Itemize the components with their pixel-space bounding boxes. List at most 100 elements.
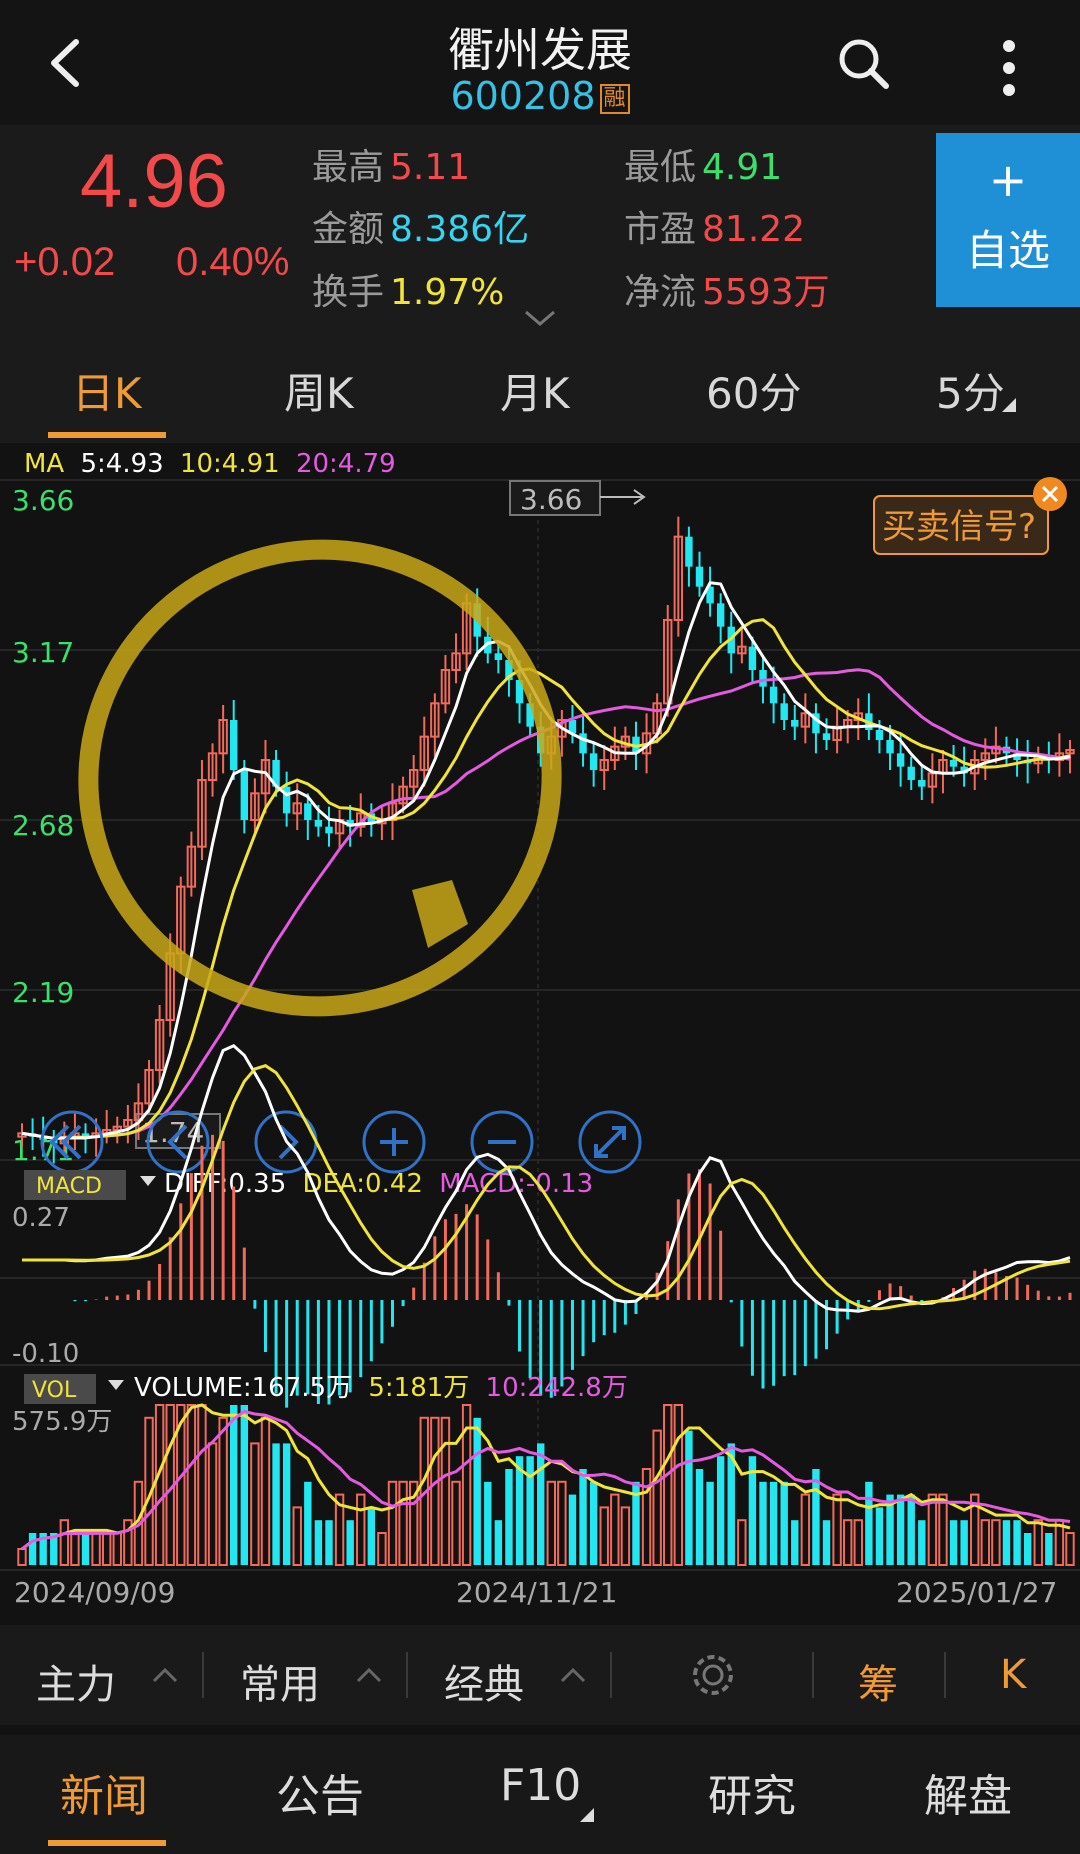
- macd-axis-top: 0.27: [12, 1203, 70, 1233]
- active-tab-indicator: [48, 432, 166, 438]
- volume-bar: [240, 1405, 249, 1565]
- volume-bar: [59, 1519, 70, 1566]
- candle-body: [748, 646, 757, 670]
- nav-analysis[interactable]: 解盘: [924, 1760, 1012, 1824]
- candle-body: [769, 686, 778, 704]
- volume-bar: [1023, 1533, 1032, 1565]
- tool-main-force[interactable]: 主力: [36, 1652, 116, 1710]
- nav-research[interactable]: 研究: [708, 1760, 796, 1824]
- volume-bar: [769, 1481, 778, 1565]
- vol-tag-label: VOL: [32, 1378, 77, 1403]
- add-watchlist-label: 自选: [965, 226, 1050, 275]
- tab-5min[interactable]: 5分: [936, 360, 1005, 421]
- candle-body: [230, 720, 238, 770]
- volume-bar: [546, 1480, 556, 1567]
- volume-bar: [663, 1404, 673, 1566]
- add-watchlist-button[interactable]: + 自选: [936, 133, 1080, 307]
- volume-bar: [685, 1430, 693, 1565]
- volume-bar: [1013, 1520, 1021, 1565]
- volume-bar: [367, 1507, 376, 1565]
- chevron-up-icon[interactable]: [356, 1666, 382, 1684]
- annotation-stroke-end: [412, 880, 468, 948]
- volume-bar: [494, 1520, 503, 1565]
- volume-bar: [800, 1493, 811, 1566]
- tool-k[interactable]: K: [1000, 1652, 1026, 1698]
- macd-dropdown-icon[interactable]: [140, 1176, 156, 1186]
- date-mid: 2024/11/21: [456, 1576, 617, 1609]
- volume-bar: [505, 1469, 513, 1565]
- volume-bar: [907, 1494, 915, 1565]
- zoom-in-button[interactable]: [362, 1110, 426, 1174]
- expand-chevron-icon[interactable]: [522, 308, 558, 328]
- dropdown-corner-icon: [580, 1808, 594, 1822]
- volume-bar: [875, 1507, 884, 1565]
- volume-bar: [620, 1506, 631, 1567]
- margin-badge: 融: [599, 84, 630, 114]
- vol-dropdown-icon[interactable]: [108, 1380, 124, 1390]
- volume-bar: [568, 1494, 577, 1565]
- nav-news[interactable]: 新闻: [60, 1760, 148, 1824]
- candle-body: [896, 753, 905, 767]
- more-menu-icon[interactable]: [994, 38, 1024, 98]
- stat-net-flow: 净流 5593万: [624, 272, 830, 313]
- volume-bar: [197, 1404, 207, 1566]
- price-axis: 3.66 3.17 2.68 2.19 1.71: [12, 484, 74, 1167]
- volume-bar: [737, 1519, 747, 1566]
- tool-chips[interactable]: 筹: [858, 1652, 898, 1710]
- tool-separator: [944, 1652, 946, 1698]
- volume-bar: [282, 1443, 291, 1565]
- volume-bar: [706, 1481, 714, 1565]
- tool-separator: [202, 1652, 204, 1698]
- search-icon[interactable]: [836, 36, 892, 92]
- tool-classic[interactable]: 经典: [444, 1652, 524, 1710]
- tool-separator: [406, 1652, 408, 1698]
- tool-common[interactable]: 常用: [240, 1652, 320, 1710]
- tool-separator: [812, 1652, 814, 1698]
- candle-body: [314, 820, 323, 827]
- volume-bar: [377, 1532, 387, 1566]
- volume-bar: [91, 1532, 101, 1566]
- nav-announcements[interactable]: 公告: [276, 1760, 364, 1824]
- chevron-up-icon[interactable]: [152, 1666, 178, 1684]
- volume-bar: [537, 1443, 545, 1565]
- nav-f10[interactable]: F10: [500, 1760, 581, 1811]
- volume-bar: [112, 1532, 122, 1566]
- tab-monthly-k[interactable]: 月K: [500, 360, 570, 421]
- volume-bar: [695, 1469, 704, 1565]
- tab-60min[interactable]: 60分: [706, 360, 801, 421]
- date-start: 2024/09/09: [14, 1576, 175, 1609]
- kline-chart[interactable]: MA 5:4.93 10:4.91 20:4.79 3.66 3.17 2.68…: [0, 443, 1080, 1625]
- stat-pe: 市盈 81.22: [624, 209, 806, 250]
- volume-bar: [387, 1480, 398, 1567]
- top-bar: 衢州发展 600208 融: [0, 0, 1080, 125]
- tab-weekly-k[interactable]: 周K: [284, 360, 354, 421]
- active-nav-indicator: [48, 1840, 166, 1846]
- candle-body: [759, 670, 767, 687]
- volume-bar: [960, 1520, 968, 1565]
- volume-bar: [28, 1533, 37, 1565]
- volume-bar: [260, 1416, 271, 1567]
- volume-bar: [716, 1456, 725, 1565]
- settings-gear-icon[interactable]: [688, 1650, 738, 1700]
- volume-bar: [938, 1493, 948, 1566]
- volume-bar: [589, 1481, 598, 1565]
- date-end: 2025/01/27: [896, 1576, 1057, 1609]
- tab-daily-k[interactable]: 日K: [72, 360, 142, 421]
- chevron-up-icon[interactable]: [560, 1666, 586, 1684]
- vol-axis-top: 575.9万: [12, 1407, 112, 1437]
- price-tick: 2.68: [12, 809, 74, 842]
- fullscreen-button[interactable]: [578, 1110, 642, 1174]
- candle-body: [716, 603, 725, 627]
- vol-legend: VOLUME:167.5万 5:181万 10:242.8万: [134, 1373, 628, 1403]
- volume-bar: [791, 1520, 799, 1565]
- volume-bar: [896, 1494, 905, 1565]
- plus-icon: +: [988, 153, 1028, 207]
- volume-bar: [218, 1416, 228, 1567]
- stock-code: 600208: [450, 74, 596, 118]
- volume-bar: [918, 1520, 926, 1565]
- volume-bar: [641, 1468, 652, 1566]
- volume-bar: [832, 1493, 842, 1566]
- volume-bar: [610, 1493, 620, 1566]
- stat-low: 最低 4.91: [624, 147, 783, 188]
- volume-bar: [440, 1416, 451, 1567]
